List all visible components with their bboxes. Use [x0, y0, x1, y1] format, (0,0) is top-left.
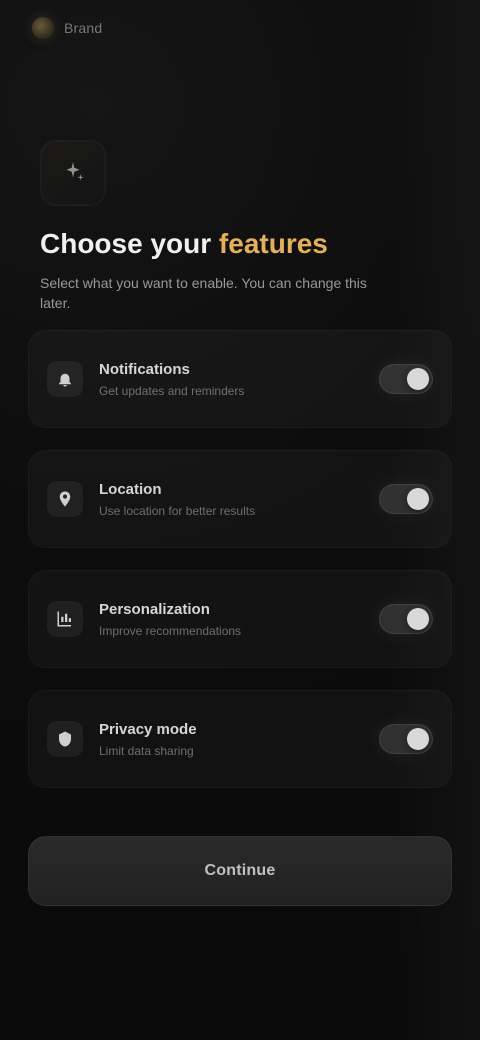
feature-option-row[interactable]: Privacy mode Limit data sharing	[28, 690, 452, 788]
page-title: Choose your features	[40, 228, 420, 260]
bell-svg	[59, 373, 71, 387]
feature-option-desc: Get updates and reminders	[99, 383, 245, 398]
hero-section: Choose your features Select what you wan…	[40, 140, 420, 313]
feature-option-text: Privacy mode Limit data sharing	[99, 721, 363, 758]
feature-option-title: Notifications	[99, 360, 190, 378]
page-subtitle: Select what you want to enable. You can …	[40, 275, 367, 311]
feature-option-row[interactable]: Notifications Get updates and reminders	[28, 330, 452, 428]
shield-icon	[47, 721, 83, 757]
top-brand: Brand	[32, 14, 102, 42]
feature-option-title: Personalization	[99, 600, 210, 618]
feature-option-text: Location Use location for better results	[99, 481, 363, 518]
shield-svg	[59, 731, 71, 747]
location-icon	[47, 481, 83, 517]
feature-option-title: Privacy mode	[99, 720, 197, 738]
feature-toggle[interactable]	[379, 364, 433, 394]
feature-option-desc: Use location for better results	[99, 503, 256, 518]
onboarding-screen: Brand Choose your features Select what y…	[0, 0, 480, 1040]
bell-icon	[47, 361, 83, 397]
feature-option-text: Notifications Get updates and reminders	[99, 361, 363, 398]
brand-mark-icon	[32, 17, 54, 39]
page-title-accent: features	[218, 228, 328, 259]
toggle-knob	[407, 608, 429, 630]
feature-option-title: Location	[99, 480, 162, 498]
continue-button-label: Continue	[204, 862, 276, 879]
toggle-knob	[407, 368, 429, 390]
chart-svg	[57, 611, 71, 627]
toggle-knob	[407, 488, 429, 510]
location-svg	[59, 491, 71, 507]
feature-toggle[interactable]	[379, 604, 433, 634]
feature-option-desc: Improve recommendations	[99, 623, 242, 638]
feature-option-desc: Limit data sharing	[99, 743, 194, 758]
chart-icon	[47, 601, 83, 637]
toggle-knob	[407, 728, 429, 750]
sparkle-svg	[66, 162, 84, 181]
page-title-primary: Choose your	[40, 228, 212, 259]
sparkle-icon	[40, 140, 106, 206]
continue-button[interactable]: Continue	[28, 836, 452, 906]
feature-option-row[interactable]: Location Use location for better results	[28, 450, 452, 548]
feature-option-row[interactable]: Personalization Improve recommendations	[28, 570, 452, 668]
brand-name: Brand	[64, 20, 103, 36]
feature-options: Notifications Get updates and reminders …	[28, 330, 452, 788]
feature-toggle[interactable]	[379, 484, 433, 514]
feature-option-text: Personalization Improve recommendations	[99, 601, 363, 638]
feature-toggle[interactable]	[379, 724, 433, 754]
